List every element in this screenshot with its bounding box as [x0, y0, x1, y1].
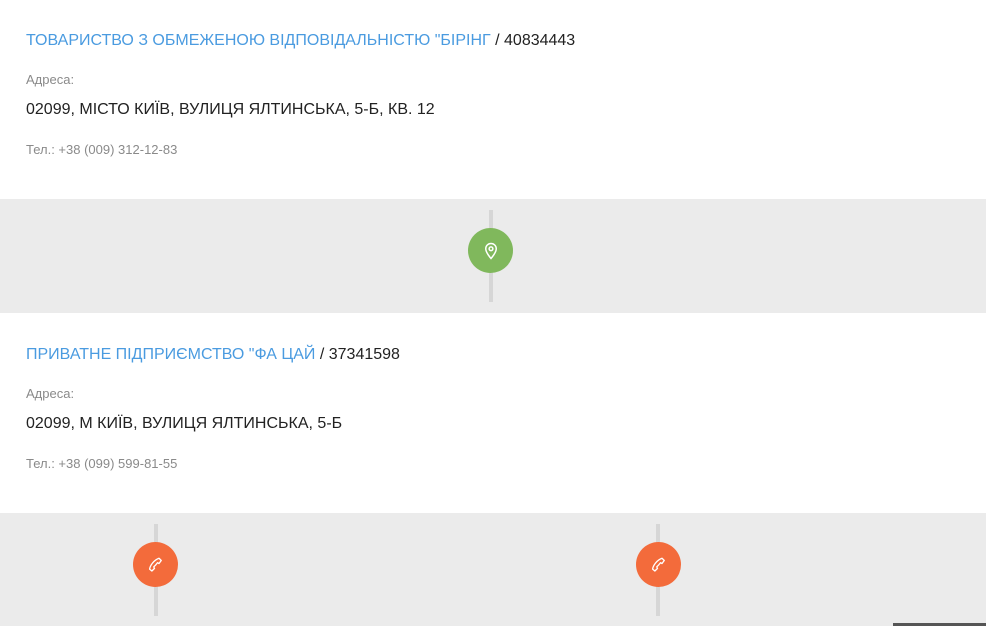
title-separator: / [315, 346, 329, 363]
phone-band [0, 513, 986, 626]
phone-text: Тел.: +38 (009) 312-12-83 [26, 142, 178, 157]
address-label: Адреса: [26, 72, 75, 87]
phone-icon [148, 557, 162, 572]
address-value: 02099, МІСТО КИЇВ, ВУЛИЦЯ ЯЛТИНСЬКА, 5-Б… [26, 101, 435, 118]
title-separator: / [490, 32, 505, 49]
call-button[interactable] [636, 542, 681, 587]
address-value: 02099, М КИЇВ, ВУЛИЦЯ ЯЛТИНСЬКА, 5-Б [26, 415, 343, 432]
map-pin-button[interactable] [468, 228, 513, 273]
company-name-link[interactable]: ТОВАРИСТВО З ОБМЕЖЕНОЮ ВІДПОВІДАЛЬНІСТЮ … [26, 32, 491, 49]
call-button[interactable] [133, 542, 178, 587]
phone-icon [651, 557, 665, 572]
company-code: 37341598 [328, 346, 400, 363]
company-title: ТОВАРИСТВО З ОБМЕЖЕНОЮ ВІДПОВІДАЛЬНІСТЮ … [26, 31, 575, 51]
company-card-1: ТОВАРИСТВО З ОБМЕЖЕНОЮ ВІДПОВІДАЛЬНІСТЮ … [0, 0, 986, 199]
address-label: Адреса: [26, 386, 75, 401]
map-band [0, 199, 986, 313]
company-card-2 [0, 313, 986, 513]
company-code: 40834443 [504, 32, 576, 49]
company-title: ПРИВАТНЕ ПІДПРИЄМСТВО "ФА ЦАЙ / 37341598 [26, 345, 400, 365]
company-name-link[interactable]: ПРИВАТНЕ ПІДПРИЄМСТВО "ФА ЦАЙ [26, 346, 315, 363]
phone-text: Тел.: +38 (099) 599-81-55 [26, 456, 178, 471]
map-pin-icon [484, 242, 497, 260]
